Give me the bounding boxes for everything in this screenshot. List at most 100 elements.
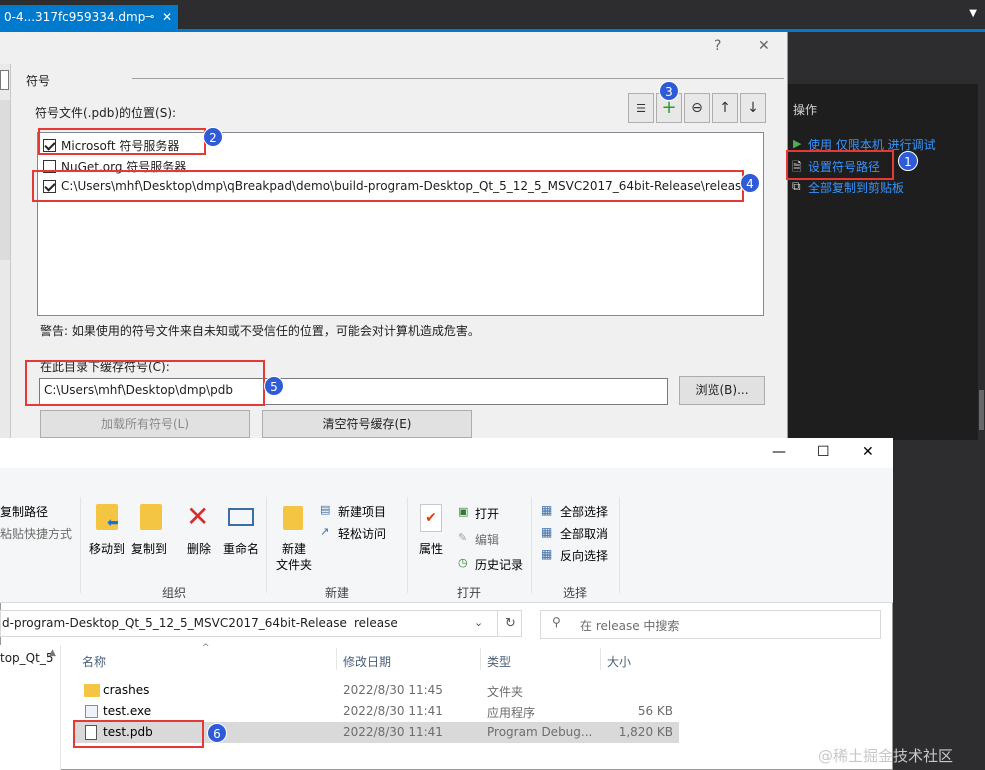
column-size[interactable]: 大小	[607, 653, 631, 670]
move-up-button[interactable]: ↑	[712, 93, 738, 123]
breadcrumb-parent[interactable]: d-program-Desktop_Qt_5_12_5_MSVC2017_64b…	[2, 616, 347, 630]
annotation-badge: 5	[264, 376, 284, 396]
maximize-button[interactable]: ☐	[817, 444, 830, 460]
dialog-close-button[interactable]: ✕	[758, 38, 770, 54]
edit-icon: ✎	[458, 531, 468, 544]
file-date: 2022/8/30 11:41	[343, 725, 443, 739]
section-divider	[132, 78, 784, 79]
move-to-button[interactable]: 移动到	[89, 540, 125, 557]
easy-access-button[interactable]: 轻松访问	[338, 525, 386, 542]
pin-icon[interactable]: ⊸	[145, 5, 154, 29]
file-date: 2022/8/30 11:41	[343, 704, 443, 718]
file-type: 应用程序	[487, 706, 536, 720]
annotation-box	[25, 360, 265, 406]
options-search-input[interactable]	[0, 70, 9, 90]
breadcrumb-current[interactable]: release	[354, 616, 398, 630]
actions-panel-title: 操作	[793, 103, 818, 117]
properties-button[interactable]: 属性	[419, 540, 443, 557]
close-window-button[interactable]: ✕	[862, 444, 874, 460]
breadcrumb-separator-icon: ›	[339, 616, 344, 629]
invert-selection-icon: ▦	[541, 547, 553, 561]
move-down-button[interactable]: ↓	[740, 93, 766, 123]
table-row[interactable]: crashes 2022/8/30 11:45 文件夹	[75, 680, 679, 701]
column-type[interactable]: 类型	[487, 653, 511, 670]
column-divider[interactable]	[600, 648, 601, 670]
annotation-box	[786, 150, 894, 180]
panel-scrollbar-thumb[interactable]	[979, 390, 984, 430]
filter-icon: ☰	[636, 102, 646, 115]
close-tab-icon[interactable]: ✕	[162, 5, 172, 29]
browse-button[interactable]: 浏览(B)...	[679, 376, 765, 405]
section-heading: 符号	[26, 74, 51, 88]
copy-icon: ⧉	[792, 179, 801, 193]
folder-icon	[84, 684, 100, 697]
new-folder-button-line2[interactable]: 文件夹	[276, 556, 312, 573]
column-divider[interactable]	[336, 648, 337, 670]
search-icon: ⚲	[552, 615, 561, 629]
group-organize-label: 组织	[162, 586, 187, 600]
annotation-badge: 4	[740, 173, 760, 193]
new-folder-icon	[283, 506, 303, 530]
document-tab[interactable]: 0-4...317fc959334.dmp ⊸ ✕	[0, 5, 178, 29]
group-new-label: 新建	[325, 586, 350, 600]
sort-ascending-icon: ^	[202, 643, 210, 653]
annotation-box	[38, 128, 206, 155]
table-row[interactable]: test.exe 2022/8/30 11:41 应用程序 56 KB	[75, 701, 679, 722]
annotation-badge: 1	[898, 151, 918, 171]
select-none-button[interactable]: 全部取消	[560, 525, 608, 542]
edit-button[interactable]: 编辑	[475, 531, 499, 548]
play-icon: ▶	[793, 137, 802, 150]
open-button[interactable]: 打开	[475, 505, 499, 522]
annotation-badge: 6	[207, 723, 227, 743]
invert-selection-button[interactable]: 反向选择	[560, 547, 608, 564]
remove-location-button[interactable]: ⊖	[684, 93, 710, 123]
column-name[interactable]: 名称	[82, 653, 106, 670]
nav-scroll-up-icon[interactable]: ▲	[49, 648, 56, 658]
column-divider[interactable]	[480, 648, 481, 670]
load-all-symbols-button[interactable]: 加载所有符号(L)	[40, 410, 250, 438]
options-tree[interactable]	[0, 100, 10, 260]
address-dropdown-icon[interactable]: ⌄	[474, 616, 483, 629]
clear-symbol-cache-button[interactable]: 清空符号缓存(E)	[262, 410, 472, 438]
security-warning: 警告: 如果使用的符号文件来自未知或不受信任的位置，可能会对计算机造成危害。	[40, 324, 480, 338]
ribbon-separator	[407, 497, 408, 593]
file-size: 1,820 KB	[618, 725, 673, 739]
ribbon-separator	[619, 497, 620, 593]
select-all-button[interactable]: 全部选择	[560, 503, 608, 520]
copy-path-button[interactable]: 复制路径	[0, 503, 48, 520]
panel-scrollbar[interactable]	[978, 84, 985, 440]
delete-button[interactable]: 删除	[187, 540, 211, 557]
copy-to-button[interactable]: 复制到	[131, 540, 167, 557]
symbol-locations-label: 符号文件(.pdb)的位置(S):	[35, 106, 177, 120]
arrow-left-icon: ⬅	[107, 515, 119, 531]
new-folder-button-line1[interactable]: 新建	[282, 540, 306, 557]
file-size: 56 KB	[637, 704, 673, 718]
file-name: crashes	[103, 683, 150, 697]
ribbon-separator	[266, 497, 267, 593]
help-button[interactable]: ?	[714, 38, 721, 54]
explorer-title-bar	[0, 438, 893, 468]
group-open-label: 打开	[457, 586, 482, 600]
exe-icon	[85, 705, 98, 718]
column-date[interactable]: 修改日期	[343, 653, 391, 670]
new-item-button[interactable]: 新建项目	[338, 503, 386, 520]
refresh-icon[interactable]: ↻	[497, 611, 523, 636]
filter-location-button[interactable]: ☰	[628, 93, 654, 123]
minimize-button[interactable]: —	[772, 444, 786, 460]
chevron-down-icon[interactable]: ▼	[969, 8, 977, 19]
watermark: @稀土掘金技术社区	[818, 747, 954, 765]
history-button[interactable]: 历史记录	[475, 556, 523, 573]
rename-button[interactable]: 重命名	[223, 540, 259, 557]
delete-icon: ✕	[186, 500, 210, 533]
action-copy-all[interactable]: 全部复制到剪贴板	[808, 179, 904, 196]
ribbon-separator	[80, 497, 81, 593]
select-none-icon: ▦	[541, 525, 553, 539]
annotation-box	[73, 720, 204, 748]
rename-icon	[228, 508, 254, 526]
search-placeholder: 在 release 中搜索	[580, 619, 680, 633]
annotation-badge: 3	[659, 81, 679, 101]
open-icon: ▣	[458, 505, 469, 518]
nav-item[interactable]: top_Qt_5	[0, 651, 53, 665]
new-item-icon: ▤	[320, 503, 331, 516]
paste-shortcut-button[interactable]: 粘贴快捷方式	[0, 525, 72, 542]
